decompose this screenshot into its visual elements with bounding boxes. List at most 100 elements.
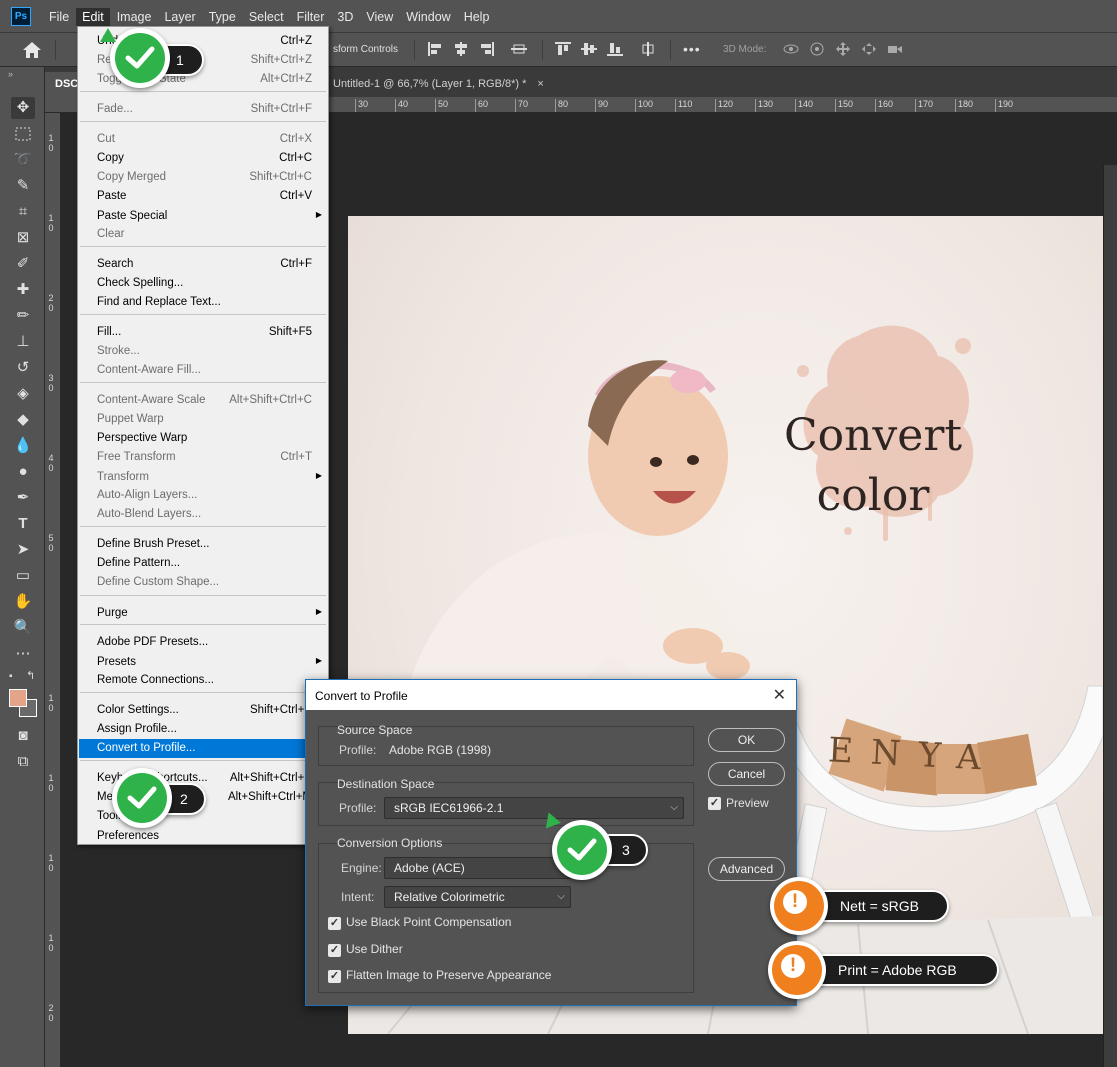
- edit-toolbar-icon[interactable]: ⋯: [11, 643, 35, 665]
- close-icon[interactable]: ✕: [773, 685, 786, 705]
- menu-layer[interactable]: Layer: [158, 8, 201, 26]
- hand-tool-icon[interactable]: ✋: [11, 591, 35, 613]
- move-tool-icon[interactable]: ✥: [11, 97, 35, 119]
- dodge-tool-icon[interactable]: ●: [11, 461, 35, 483]
- menu-item-auto-blend-layers[interactable]: Auto-Blend Layers...: [79, 505, 327, 524]
- eyedropper-tool-icon[interactable]: ✐: [11, 253, 35, 275]
- dither-label[interactable]: Use Dither: [346, 942, 403, 956]
- more-options-icon[interactable]: •••: [683, 41, 701, 57]
- menu-item-color-settings[interactable]: Color Settings... Shift+Ctrl+K: [79, 701, 327, 720]
- menu-file[interactable]: File: [43, 8, 75, 26]
- preview-label[interactable]: Preview: [726, 796, 769, 810]
- menu-help[interactable]: Help: [458, 8, 496, 26]
- 3d-slide-icon[interactable]: [861, 42, 877, 56]
- lasso-tool-icon[interactable]: ➰: [11, 149, 35, 171]
- eraser-tool-icon[interactable]: ◈: [11, 383, 35, 405]
- menu-item-puppet-warp[interactable]: Puppet Warp: [79, 410, 327, 429]
- menu-item-preferences[interactable]: Preferences▶: [79, 827, 327, 846]
- intent-select[interactable]: Relative Colorimetric ⌵: [384, 886, 571, 908]
- align-top-icon[interactable]: [555, 42, 571, 56]
- menu-item-check-spelling[interactable]: Check Spelling...: [79, 274, 327, 293]
- marquee-tool-icon[interactable]: [11, 123, 35, 145]
- menu-type[interactable]: Type: [203, 8, 242, 26]
- menu-select[interactable]: Select: [243, 8, 290, 26]
- swap-colors-icon[interactable]: ↰: [26, 669, 35, 682]
- menu-item-cut[interactable]: Cut Ctrl+X: [79, 130, 327, 149]
- distribute-icon[interactable]: [511, 42, 527, 56]
- menu-item-remote-connections[interactable]: Remote Connections...: [79, 671, 327, 690]
- menu-item-define-brush-preset[interactable]: Define Brush Preset...: [79, 535, 327, 554]
- menu-view[interactable]: View: [360, 8, 399, 26]
- type-tool-icon[interactable]: T: [11, 513, 35, 535]
- menu-item-define-pattern[interactable]: Define Pattern...: [79, 554, 327, 573]
- cancel-button[interactable]: Cancel: [708, 762, 785, 786]
- menu-item-fade[interactable]: Fade... Shift+Ctrl+F: [79, 100, 327, 119]
- menu-window[interactable]: Window: [400, 8, 456, 26]
- menu-item-assign-profile[interactable]: Assign Profile...: [79, 720, 327, 739]
- tab-untitled[interactable]: Untitled-1 @ 66,7% (Layer 1, RGB/8*) * ×: [323, 72, 554, 97]
- destination-profile-select[interactable]: sRGB IEC61966-2.1 ⌵: [384, 797, 684, 819]
- brush-tool-icon[interactable]: ✏: [11, 305, 35, 327]
- home-icon[interactable]: [22, 41, 42, 59]
- menu-item-content-aware-fill[interactable]: Content-Aware Fill...: [79, 361, 327, 380]
- menu-item-perspective-warp[interactable]: Perspective Warp: [79, 429, 327, 448]
- history-brush-tool-icon[interactable]: ↺: [11, 357, 35, 379]
- menu-item-clear[interactable]: Clear: [79, 225, 327, 244]
- menu-item-auto-align-layers[interactable]: Auto-Align Layers...: [79, 486, 327, 505]
- blur-tool-icon[interactable]: 💧: [11, 435, 35, 457]
- quick-selection-tool-icon[interactable]: ✎: [11, 175, 35, 197]
- menu-item-copy[interactable]: Copy Ctrl+C: [79, 149, 327, 168]
- 3d-camera-icon[interactable]: [887, 42, 903, 56]
- frame-tool-icon[interactable]: ⊠: [11, 227, 35, 249]
- align-center-icon[interactable]: [453, 42, 469, 56]
- menu-item-adobe-pdf-presets[interactable]: Adobe PDF Presets...: [79, 633, 327, 652]
- align-bottom-icon[interactable]: [607, 42, 623, 56]
- default-colors-icon[interactable]: ▪: [9, 671, 13, 682]
- menu-3d[interactable]: 3D: [331, 8, 359, 26]
- healing-brush-tool-icon[interactable]: ✚: [11, 279, 35, 301]
- menu-item-search[interactable]: Search Ctrl+F: [79, 255, 327, 274]
- menu-item-paste[interactable]: Paste Ctrl+V: [79, 187, 327, 206]
- align-left-icon[interactable]: [427, 42, 443, 56]
- crop-tool-icon[interactable]: ⌗: [11, 201, 35, 223]
- menu-image[interactable]: Image: [111, 8, 158, 26]
- align-middle-icon[interactable]: [581, 42, 597, 56]
- menu-item-stroke[interactable]: Stroke...: [79, 342, 327, 361]
- menu-item-presets[interactable]: Presets ▶: [79, 653, 327, 672]
- flatten-label[interactable]: Flatten Image to Preserve Appearance: [346, 968, 551, 982]
- menu-item-convert-to-profile[interactable]: Convert to Profile...: [79, 739, 327, 758]
- foreground-color-swatch[interactable]: [9, 689, 27, 707]
- menu-filter[interactable]: Filter: [291, 8, 331, 26]
- menu-item-paste-special[interactable]: Paste Special ▶: [79, 207, 327, 226]
- flatten-checkbox[interactable]: ✓: [328, 970, 341, 983]
- advanced-button[interactable]: Advanced: [708, 857, 785, 881]
- 3d-orbit-icon[interactable]: [783, 42, 799, 56]
- menu-item-define-custom-shape[interactable]: Define Custom Shape...: [79, 573, 327, 592]
- preview-checkbox[interactable]: ✓: [708, 797, 721, 810]
- quick-mask-icon[interactable]: ◙: [11, 725, 35, 747]
- stamp-tool-icon[interactable]: ⊥: [11, 331, 35, 353]
- menu-item-transform[interactable]: Transform ▶: [79, 468, 327, 487]
- 3d-roll-icon[interactable]: [809, 42, 825, 56]
- tab-dsc[interactable]: DSC: [45, 72, 78, 97]
- menu-item-purge[interactable]: Purge ▶: [79, 604, 327, 623]
- menu-edit[interactable]: Edit: [76, 7, 110, 26]
- engine-select[interactable]: Adobe (ACE) ⌵: [384, 857, 571, 879]
- align-right-icon[interactable]: [479, 42, 495, 56]
- paint-bucket-tool-icon[interactable]: ◆: [11, 409, 35, 431]
- ok-button[interactable]: OK: [708, 728, 785, 752]
- screen-mode-icon[interactable]: ⧉: [11, 751, 35, 773]
- menu-item-free-transform[interactable]: Free Transform Ctrl+T: [79, 448, 327, 467]
- 3d-pan-icon[interactable]: [835, 42, 851, 56]
- menu-item-content-aware-scale[interactable]: Content-Aware Scale Alt+Shift+Ctrl+C: [79, 391, 327, 410]
- pen-tool-icon[interactable]: ✒: [11, 487, 35, 509]
- tab-close-icon[interactable]: ×: [537, 78, 543, 90]
- rectangle-tool-icon[interactable]: ▭: [11, 565, 35, 587]
- black-point-checkbox[interactable]: ✓: [328, 917, 341, 930]
- collapse-panel-icon[interactable]: »: [8, 69, 13, 79]
- path-selection-tool-icon[interactable]: ➤: [11, 539, 35, 561]
- show-transform-controls-label[interactable]: sform Controls: [333, 44, 398, 55]
- distribute-vertical-icon[interactable]: [640, 42, 656, 56]
- menu-item-find-and-replace-text[interactable]: Find and Replace Text...: [79, 293, 327, 312]
- menu-item-fill[interactable]: Fill... Shift+F5: [79, 323, 327, 342]
